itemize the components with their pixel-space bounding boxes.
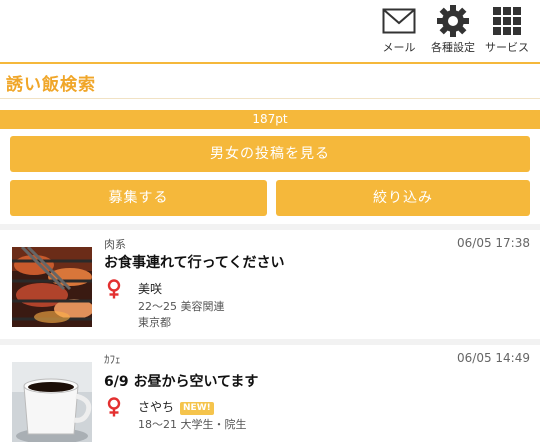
settings-button[interactable]: 各種設定 [426,4,480,55]
recruit-button[interactable]: 募集する [10,180,267,216]
female-icon [106,397,122,417]
female-icon [106,279,122,299]
post-item[interactable]: 肉系 06/05 17:38 お食事連れて行ってください 美咲 22〜25 美容… [0,230,540,338]
grid-icon [487,4,527,38]
post-category: 肉系 [104,238,126,251]
mail-icon [379,4,419,38]
post-time: 06/05 14:49 [457,351,530,365]
page-title: 誘い飯検索 [6,75,96,95]
title-divider [0,98,540,99]
header-divider [0,62,540,64]
post-title: お食事連れて行ってください [104,255,285,271]
poster-name: さやち [138,400,175,414]
poster-profile: 22〜25 美容関連 [138,300,225,313]
post-title: 6/9 お昼から空いてます [104,374,259,390]
post-time: 06/05 17:38 [457,236,530,250]
new-badge: NEW! [180,402,214,415]
points-bar: 187pt [0,110,540,129]
view-posts-button[interactable]: 男女の投稿を見る [10,136,530,172]
poster-name: 美咲 [138,282,163,296]
top-header: メール 各種設定 サービス [0,0,540,62]
gear-icon [433,4,473,38]
filter-button[interactable]: 絞り込み [276,180,530,216]
poster-profile: 18〜21 大学生・院生 [138,418,247,431]
header-icon-group: メール 各種設定 サービス [372,4,534,55]
poster-name-row: さやち NEW! [138,398,214,415]
post-item[interactable]: ｶﾌｪ 06/05 14:49 6/9 お昼から空いてます さやち NEW! 18… [0,345,540,442]
services-label: サービス [485,41,529,54]
post-thumbnail [12,247,92,327]
services-button[interactable]: サービス [480,4,534,55]
settings-label: 各種設定 [431,41,475,54]
post-thumbnail [12,362,92,442]
mail-button[interactable]: メール [372,4,426,55]
mail-label: メール [382,41,416,54]
poster-location: 東京都 [138,316,171,329]
post-category: ｶﾌｪ [104,353,121,366]
